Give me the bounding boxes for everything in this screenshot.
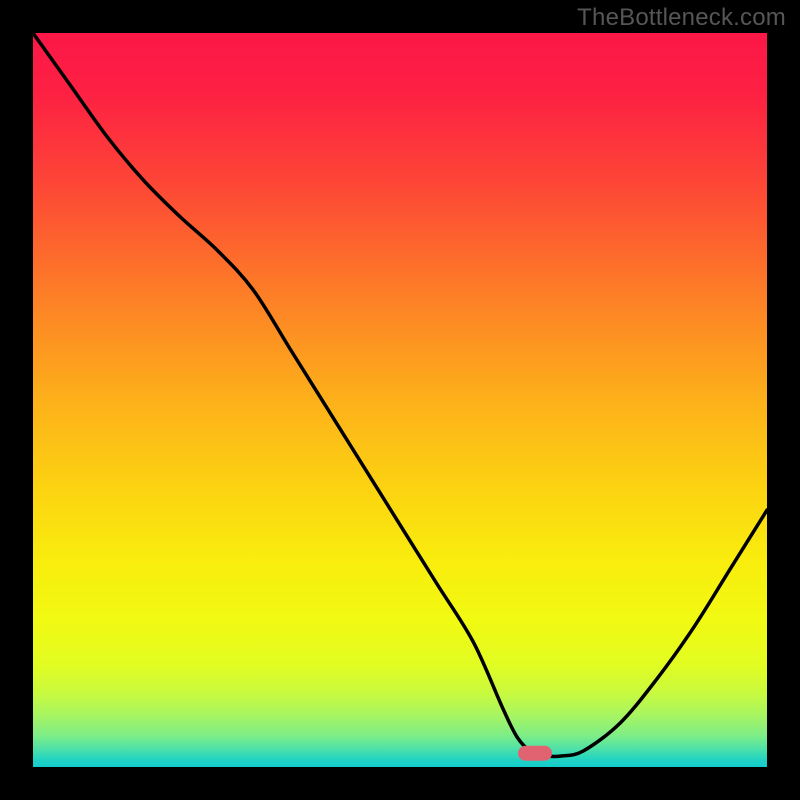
plot-area xyxy=(33,33,767,767)
chart-frame: TheBottleneck.com xyxy=(0,0,800,800)
optimal-marker xyxy=(518,746,552,761)
watermark-text: TheBottleneck.com xyxy=(577,4,786,32)
bottleneck-curve xyxy=(33,33,767,767)
